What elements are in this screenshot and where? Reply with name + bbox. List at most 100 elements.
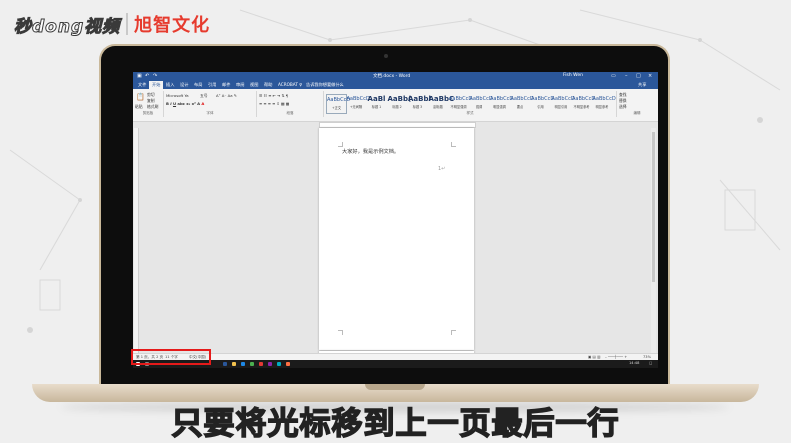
style-sample: AaBb( [387, 95, 412, 103]
margin-corner [338, 142, 343, 147]
style-sample: AaBbC [428, 95, 455, 103]
ribbon-home: 📋 粘贴 剪切 复制 格式刷 剪贴板 Microsoft Ya 五号 A⁺ A⁻… [133, 89, 658, 122]
tab-help[interactable]: 帮助 [264, 82, 272, 88]
lightbulb-icon: ♀ [299, 82, 303, 87]
tab-acrobat[interactable]: ACROBAT [278, 82, 298, 87]
zoom-level[interactable]: 73% [643, 355, 651, 359]
scrollbar-thumb[interactable] [652, 132, 655, 282]
style-sample: AaBbCcD [531, 96, 555, 102]
document-page[interactable]: 大家好，我是示例文档。 1↵ [319, 128, 474, 350]
brand-logo: 秒dong视频 旭智文化 [13, 8, 211, 40]
share-button[interactable]: 共享 [638, 82, 646, 88]
tab-home[interactable]: 开始 [149, 81, 164, 89]
select-button[interactable]: 选择 [619, 104, 627, 110]
tab-view[interactable]: 视图 [250, 82, 258, 88]
style-item[interactable]: AaBl 标题 1 [367, 94, 386, 112]
document-title: 文档.docx - Word [373, 74, 411, 79]
style-item[interactable]: AaBbCcD 明显参考 [592, 94, 616, 112]
format-painter-button[interactable]: 格式刷 [147, 104, 158, 110]
style-name: 要点 [516, 105, 524, 109]
paragraph-label: 段落 [286, 111, 294, 115]
tab-design[interactable]: 设计 [180, 82, 188, 88]
view-icons[interactable]: ▣ ▤ ▥ [588, 355, 600, 359]
app-icon[interactable] [268, 362, 272, 366]
brand-right-text: 旭智文化 [134, 15, 211, 36]
vertical-ruler[interactable] [134, 128, 139, 353]
style-sample: AaBbCcD [449, 96, 473, 102]
editing-label: 编辑 [633, 111, 641, 115]
paste-icon[interactable]: 📋 [136, 93, 145, 101]
tab-review[interactable]: 审阅 [236, 82, 244, 88]
app-icon[interactable] [286, 362, 290, 366]
style-item[interactable]: AaBbl 标题 3 [408, 94, 431, 112]
folder-icon[interactable] [232, 362, 236, 366]
paragraph-mark: 1↵ [438, 166, 446, 172]
style-item[interactable]: AaBbCcD 不明显强调 [449, 94, 473, 112]
font-size-select[interactable]: 五号 [200, 93, 208, 99]
ribbon-display-icon[interactable]: ▭ [611, 73, 616, 79]
style-item[interactable]: AaBbCcD +无间隔 [347, 94, 370, 112]
minimize-icon[interactable]: – [625, 73, 628, 79]
align-icons[interactable]: ≡ ≡ ≡ ≡ ⇕ ▦ ▦ [259, 101, 289, 107]
video-subtitle: 只要将光标移到上一页最后一行 [171, 405, 620, 443]
style-item[interactable]: AaBbCcD 明显强调 [490, 94, 513, 112]
style-name: 引用 [537, 105, 544, 109]
user-name[interactable]: Fish Wen [563, 73, 583, 78]
style-sample: AaBbCcD [469, 96, 493, 102]
paragraph-group: ☰ ☷ ≡ ⇤ ⇥ ⇅ ¶ ≡ ≡ ≡ ≡ ⇕ ▦ ▦ 段落 [257, 91, 324, 117]
style-sample: AaBl [367, 95, 386, 103]
style-item[interactable]: AaBbCcD 明显引用 [551, 94, 575, 112]
margin-corner [338, 330, 343, 335]
tell-me-search[interactable]: 告诉我你想要做什么 [306, 82, 344, 88]
notification-icon[interactable]: ▢ [649, 361, 652, 365]
style-name: +无间隔 [349, 105, 363, 109]
style-name: 不明显参考 [573, 105, 590, 109]
vertical-scrollbar[interactable] [651, 128, 656, 353]
style-sample: AaBbCcD [572, 96, 596, 102]
style-item[interactable]: AaBbCcD 要点 [511, 94, 534, 112]
styles-label: 样式 [466, 111, 474, 115]
app-icon[interactable] [259, 362, 263, 366]
word-title-bar: ▣ ↶ ↷ 文档.docx - Word Fish Wen ▭ – □ × [133, 72, 658, 81]
style-item[interactable]: AaBb( 标题 2 [387, 94, 412, 112]
undo-icon[interactable]: ↶ [145, 73, 149, 79]
app-icon[interactable] [277, 362, 281, 366]
close-icon[interactable]: × [648, 73, 652, 79]
style-item[interactable]: AaBbCcD 强调 [469, 94, 493, 112]
style-name: 标题 1 [371, 105, 382, 109]
style-name: 副标题 [433, 105, 443, 109]
maximize-icon[interactable]: □ [636, 73, 641, 79]
clock[interactable]: 14:48 [629, 361, 639, 365]
windows-taskbar: 14:48 ▢ [133, 360, 658, 368]
tab-file[interactable]: 文件 [138, 82, 146, 88]
font-name-select[interactable]: Microsoft Ya [166, 93, 189, 99]
style-item[interactable]: AaBbC 副标题 [428, 94, 455, 112]
document-text[interactable]: 大家好，我是示例文档。 [342, 148, 399, 155]
redo-icon[interactable]: ↷ [153, 73, 157, 79]
style-name: +正文 [331, 106, 342, 110]
font-grow-icon[interactable]: A⁺ A⁻ Aa ✎ [216, 93, 237, 99]
word-app-icon[interactable] [223, 362, 227, 366]
style-name: 标题 2 [392, 105, 402, 109]
editing-group: 查找 替换 选择 编辑 [617, 91, 657, 117]
style-name: 明显引用 [554, 105, 568, 109]
tab-mailings[interactable]: 邮件 [222, 82, 230, 88]
style-item[interactable]: AaBbCcD 不明显参考 [572, 94, 596, 112]
zoom-slider[interactable]: – ───┼─── + [605, 355, 627, 359]
app-icon[interactable] [250, 362, 254, 366]
font-format-icons[interactable]: B I U abc x₂ x² A A [166, 101, 204, 107]
tab-layout[interactable]: 布局 [194, 82, 202, 88]
save-icon[interactable]: ▣ [137, 73, 142, 79]
style-item[interactable]: AaBbCcD 引用 [531, 94, 555, 112]
paste-button[interactable]: 粘贴 [135, 104, 143, 110]
style-name: 标题 3 [412, 105, 423, 109]
tab-references[interactable]: 引用 [208, 82, 216, 88]
style-sample: AaBbCcD [592, 96, 616, 102]
list-icons[interactable]: ☰ ☷ ≡ ⇤ ⇥ ⇅ ¶ [259, 93, 288, 99]
style-name: 不明显强调 [450, 105, 467, 109]
margin-corner [451, 142, 456, 147]
clipboard-label: 剪贴板 [142, 111, 154, 115]
tab-insert[interactable]: 插入 [166, 82, 174, 88]
style-sample: AaBbCcD [551, 96, 575, 102]
browser-icon[interactable] [241, 362, 245, 366]
